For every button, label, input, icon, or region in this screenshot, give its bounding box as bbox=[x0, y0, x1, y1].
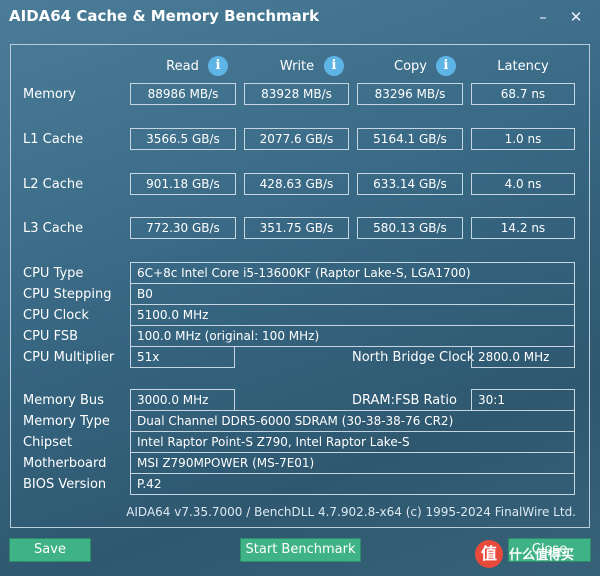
l3-write-value: 351.75 GB/s bbox=[244, 217, 349, 239]
bios-version-value: P.42 bbox=[130, 473, 575, 495]
memory-copy-value: 83296 MB/s bbox=[357, 83, 463, 105]
chipset-value: Intel Raptor Point-S Z790, Intel Raptor … bbox=[130, 431, 575, 453]
dram-fsb-ratio-label: DRAM:FSB Ratio bbox=[352, 393, 457, 408]
bios-version-label: BIOS Version bbox=[23, 477, 107, 492]
l1-latency-value: 1.0 ns bbox=[471, 128, 575, 150]
cpu-stepping-value: B0 bbox=[130, 283, 575, 305]
window-title: AIDA64 Cache & Memory Benchmark bbox=[9, 7, 320, 25]
l1-copy-value: 5164.1 GB/s bbox=[357, 128, 463, 150]
l2-read-value: 901.18 GB/s bbox=[130, 173, 236, 195]
copy-info-icon[interactable]: i bbox=[436, 56, 456, 76]
dram-fsb-ratio-value: 30:1 bbox=[471, 389, 575, 411]
memory-latency-value: 68.7 ns bbox=[471, 83, 575, 105]
memory-type-value: Dual Channel DDR5-6000 SDRAM (30-38-38-7… bbox=[130, 410, 575, 432]
column-read-header: Read bbox=[166, 59, 199, 74]
memory-bus-value: 3000.0 MHz bbox=[130, 389, 235, 411]
l3-copy-value: 580.13 GB/s bbox=[357, 217, 463, 239]
write-info-icon[interactable]: i bbox=[324, 56, 344, 76]
l2-latency-value: 4.0 ns bbox=[471, 173, 575, 195]
row-label-l1: L1 Cache bbox=[23, 132, 84, 147]
cpu-multiplier-value: 51x bbox=[130, 346, 235, 368]
cpu-type-value: 6C+8c Intel Core i5-13600KF (Raptor Lake… bbox=[130, 262, 575, 284]
l3-latency-value: 14.2 ns bbox=[471, 217, 575, 239]
row-label-memory: Memory bbox=[23, 87, 76, 102]
read-info-icon[interactable]: i bbox=[208, 56, 228, 76]
watermark: 值 什么值得买 bbox=[475, 536, 595, 570]
cpu-clock-label: CPU Clock bbox=[23, 308, 89, 323]
cpu-fsb-label: CPU FSB bbox=[23, 329, 78, 344]
row-label-l2: L2 Cache bbox=[23, 177, 84, 192]
minimize-icon[interactable]: – bbox=[528, 6, 558, 28]
chipset-label: Chipset bbox=[23, 435, 73, 450]
north-bridge-clock-value: 2800.0 MHz bbox=[471, 346, 575, 368]
memory-write-value: 83928 MB/s bbox=[244, 83, 349, 105]
benchmark-window: AIDA64 Cache & Memory Benchmark – ✕ Read… bbox=[0, 0, 600, 576]
l1-read-value: 3566.5 GB/s bbox=[130, 128, 236, 150]
version-footer: AIDA64 v7.35.7000 / BenchDLL 4.7.902.8-x… bbox=[126, 505, 576, 519]
title-bar: AIDA64 Cache & Memory Benchmark – ✕ bbox=[0, 0, 600, 36]
l3-read-value: 772.30 GB/s bbox=[130, 217, 236, 239]
l2-write-value: 428.63 GB/s bbox=[244, 173, 349, 195]
column-latency-header: Latency bbox=[497, 59, 549, 74]
cpu-multiplier-label: CPU Multiplier bbox=[23, 350, 115, 365]
motherboard-value: MSI Z790MPOWER (MS-7E01) bbox=[130, 452, 575, 474]
north-bridge-clock-label: North Bridge Clock bbox=[352, 350, 475, 365]
cpu-stepping-label: CPU Stepping bbox=[23, 287, 112, 302]
l1-write-value: 2077.6 GB/s bbox=[244, 128, 349, 150]
cpu-clock-value: 5100.0 MHz bbox=[130, 304, 575, 326]
row-label-l3: L3 Cache bbox=[23, 221, 84, 236]
memory-bus-label: Memory Bus bbox=[23, 393, 104, 408]
memory-type-label: Memory Type bbox=[23, 414, 110, 429]
l2-copy-value: 633.14 GB/s bbox=[357, 173, 463, 195]
cpu-type-label: CPU Type bbox=[23, 266, 84, 281]
save-button[interactable]: Save bbox=[9, 538, 91, 562]
memory-read-value: 88986 MB/s bbox=[130, 83, 236, 105]
cpu-fsb-value: 100.0 MHz (original: 100 MHz) bbox=[130, 325, 575, 347]
close-icon[interactable]: ✕ bbox=[561, 6, 591, 28]
motherboard-label: Motherboard bbox=[23, 456, 107, 471]
watermark-text: 什么值得买 bbox=[509, 548, 575, 563]
column-write-header: Write bbox=[279, 59, 315, 74]
watermark-logo-icon: 值 bbox=[475, 540, 503, 568]
start-benchmark-button[interactable]: Start Benchmark bbox=[240, 538, 361, 562]
column-copy-header: Copy bbox=[394, 59, 427, 74]
